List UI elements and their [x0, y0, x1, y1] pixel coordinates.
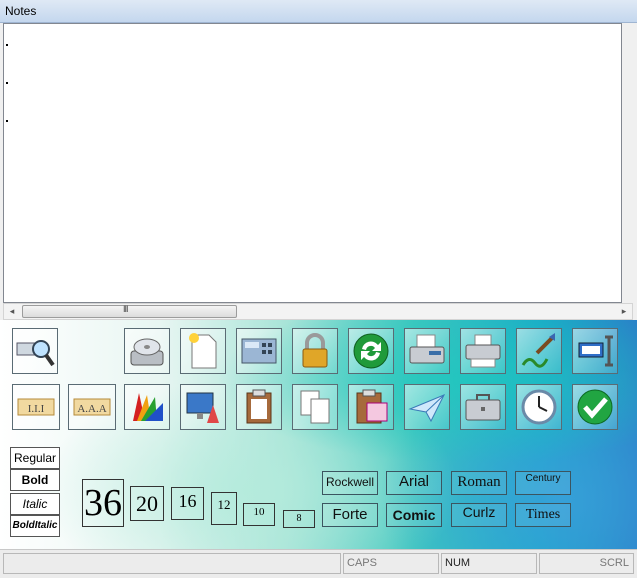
- fax-print-icon: [465, 334, 501, 368]
- font-forte-button[interactable]: Forte: [322, 503, 378, 527]
- size-10-button[interactable]: 10: [243, 503, 275, 526]
- text-caret-mark: [6, 44, 8, 46]
- align-right-button[interactable]: A.A.A: [68, 384, 116, 430]
- font-arial-button[interactable]: Arial: [386, 471, 442, 495]
- cut-icon: [356, 389, 388, 424]
- horizontal-scrollbar[interactable]: ◂ III ▸: [3, 303, 633, 320]
- size-36-button[interactable]: 36: [82, 479, 124, 527]
- paste-button[interactable]: [236, 384, 282, 430]
- text-cursor-button[interactable]: [572, 328, 618, 374]
- display-settings-icon: [186, 392, 219, 423]
- signature-icon: [521, 333, 555, 368]
- font-rockwell-button[interactable]: Rockwell: [322, 471, 378, 495]
- font-times-button[interactable]: Times: [515, 503, 571, 527]
- font-curlz-button[interactable]: Curlz: [451, 503, 507, 527]
- fax-print-button[interactable]: [460, 328, 506, 374]
- briefcase-icon: [465, 394, 501, 421]
- scroll-right-arrow-icon[interactable]: ▸: [616, 304, 632, 319]
- display-settings-button[interactable]: [180, 384, 226, 430]
- disk-drive-button[interactable]: [124, 328, 170, 374]
- size-12-button[interactable]: 12: [211, 492, 237, 525]
- num-indicator: NUM: [441, 553, 537, 574]
- color-palette-icon: [133, 393, 163, 421]
- svg-text:A.A.A: A.A.A: [77, 403, 106, 415]
- color-palette-button[interactable]: [124, 384, 170, 430]
- lock-button[interactable]: [292, 328, 338, 374]
- disk-drive-icon: [130, 338, 164, 366]
- clock-button[interactable]: [516, 384, 562, 430]
- style-regular-button[interactable]: Regular: [10, 447, 60, 469]
- notes-text-area[interactable]: [3, 23, 622, 303]
- title-bar: Notes: [0, 0, 637, 23]
- font-century-button[interactable]: Century: [515, 471, 571, 495]
- new-document-button[interactable]: [180, 328, 226, 374]
- scroll-thumb[interactable]: III: [22, 304, 237, 318]
- font-comic-button[interactable]: Comic: [386, 503, 442, 527]
- fax-icon: [409, 334, 445, 364]
- copy-icon: [300, 390, 330, 424]
- size-8-button[interactable]: 8: [283, 510, 315, 528]
- find-button[interactable]: [12, 328, 58, 374]
- signature-button[interactable]: [516, 328, 562, 374]
- text-caret-mark: [6, 120, 8, 122]
- paste-icon: [246, 389, 272, 424]
- align-left-button[interactable]: I.I.I: [12, 384, 60, 430]
- copy-button[interactable]: [292, 384, 338, 430]
- align-right-icon: A.A.A: [73, 398, 111, 416]
- style-bold-button[interactable]: Bold: [10, 469, 60, 491]
- text-caret-mark: [6, 82, 8, 84]
- clock-icon: [521, 389, 557, 425]
- checkmark-icon: [577, 389, 613, 425]
- status-panel-message: [3, 553, 341, 574]
- style-bold-italic-button[interactable]: BoldItalic: [10, 515, 60, 537]
- font-roman-button[interactable]: Roman: [451, 471, 507, 495]
- padlock-icon: [302, 333, 328, 368]
- calculator-icon: [241, 338, 277, 364]
- style-italic-button[interactable]: Italic: [10, 493, 60, 515]
- ok-button[interactable]: [572, 384, 618, 430]
- svg-text:I.I.I: I.I.I: [28, 403, 45, 415]
- cut-button[interactable]: [348, 384, 394, 430]
- scroll-lock-indicator: SCRL: [539, 553, 634, 574]
- send-icon: [408, 394, 446, 423]
- size-16-button[interactable]: 16: [171, 487, 204, 520]
- align-left-icon: I.I.I: [17, 398, 55, 416]
- find-icon: [16, 340, 55, 367]
- refresh-button[interactable]: [348, 328, 394, 374]
- scroll-left-arrow-icon[interactable]: ◂: [4, 304, 20, 319]
- new-document-icon: [189, 333, 217, 369]
- send-button[interactable]: [404, 384, 450, 430]
- text-cursor-icon: [578, 335, 613, 367]
- briefcase-button[interactable]: [460, 384, 506, 430]
- status-bar: CAPS NUM SCRL: [0, 549, 637, 578]
- scroll-thumb-grip: III: [123, 304, 128, 314]
- calculator-button[interactable]: [236, 328, 282, 374]
- caps-indicator: CAPS: [343, 553, 439, 574]
- window-title: Notes: [5, 4, 37, 18]
- size-20-button[interactable]: 20: [130, 486, 164, 521]
- refresh-icon: [353, 333, 389, 369]
- tool-panel: I.I.I A.A.A Regular Bold Italic BoldItal…: [0, 320, 637, 549]
- fax-button[interactable]: [404, 328, 450, 374]
